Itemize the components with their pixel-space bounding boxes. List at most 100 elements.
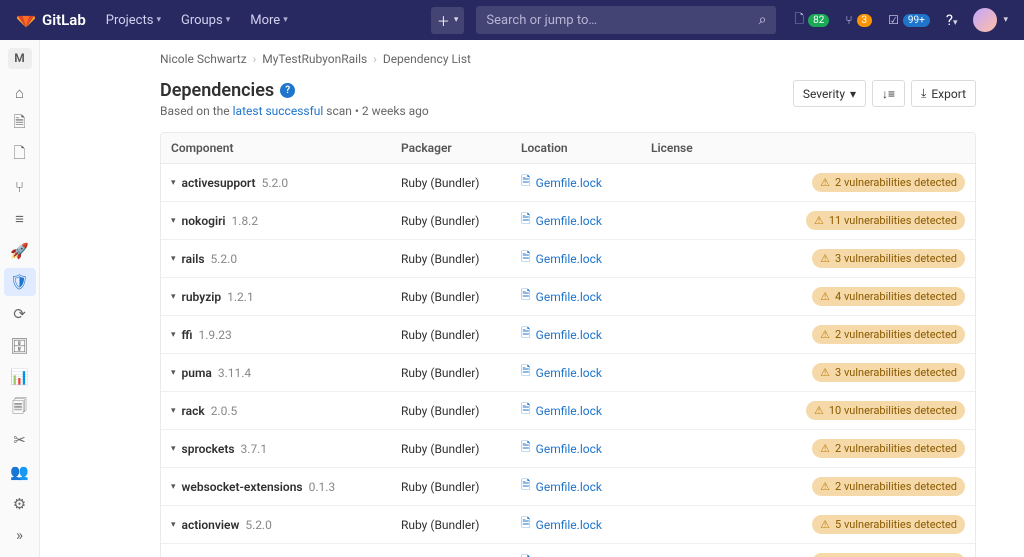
chevron-down-icon[interactable]: ▾ xyxy=(171,368,176,378)
file-icon: 🗎 xyxy=(521,362,531,383)
packager-cell: Ruby (Bundler) xyxy=(401,480,521,494)
chevron-down-icon[interactable]: ▾ xyxy=(171,292,176,302)
issues-counter[interactable]: 🗋82 xyxy=(788,10,835,31)
file-icon: 🗎 xyxy=(521,476,531,497)
chevron-down-icon[interactable]: ▾ xyxy=(171,444,176,454)
vulnerability-badge[interactable]: ⚠3 vulnerabilities detected xyxy=(812,249,965,268)
warning-icon: ⚠ xyxy=(820,518,830,531)
component-name[interactable]: rack xyxy=(182,404,205,418)
col-location[interactable]: Location xyxy=(521,141,651,155)
brand-name: GitLab xyxy=(42,11,86,29)
project-avatar[interactable]: M xyxy=(8,48,32,69)
chevron-down-icon[interactable]: ▾ xyxy=(171,520,176,530)
vulnerability-badge[interactable]: ⚠2 vulnerabilities detected xyxy=(812,553,965,557)
location-link[interactable]: Gemfile.lock xyxy=(536,518,602,532)
sidebar-item-project-home[interactable]: ⌂ xyxy=(4,79,36,107)
location-link[interactable]: Gemfile.lock xyxy=(536,366,602,380)
search-input[interactable] xyxy=(486,13,758,28)
location-link[interactable]: Gemfile.lock xyxy=(536,328,602,342)
location-link[interactable]: Gemfile.lock xyxy=(536,404,602,418)
component-name[interactable]: puma xyxy=(182,366,212,380)
chevron-down-icon: ▾ xyxy=(454,15,459,25)
sidebar-item-repository[interactable]: 🗎 xyxy=(4,110,36,138)
scan-link[interactable]: latest successful xyxy=(233,104,324,118)
export-button[interactable]: ⤓Export xyxy=(911,80,976,107)
sidebar-item-ci-cd[interactable]: ≡ xyxy=(4,205,36,233)
component-version: 1.9.23 xyxy=(198,328,231,342)
nav-groups[interactable]: Groups▾ xyxy=(173,13,238,28)
chevron-down-icon: ▾ xyxy=(283,15,288,25)
chevron-down-icon[interactable]: ▾ xyxy=(171,178,176,188)
crumb-project[interactable]: MyTestRubyonRails xyxy=(262,52,367,66)
location-link[interactable]: Gemfile.lock xyxy=(536,252,602,266)
col-license[interactable]: License xyxy=(651,141,761,155)
packager-cell: Ruby (Bundler) xyxy=(401,328,521,342)
chevron-down-icon: ▾ xyxy=(156,15,161,25)
vulnerability-badge[interactable]: ⚠2 vulnerabilities detected xyxy=(812,173,965,192)
sidebar-item-members[interactable]: 👥 xyxy=(4,458,36,486)
chevron-down-icon[interactable]: ▾ xyxy=(171,330,176,340)
component-name[interactable]: sprockets xyxy=(182,442,235,456)
location-link[interactable]: Gemfile.lock xyxy=(536,214,602,228)
chevron-down-icon[interactable]: ▾ xyxy=(171,482,176,492)
global-search[interactable]: ⌕ xyxy=(476,6,776,34)
component-name[interactable]: nokogiri xyxy=(182,214,226,228)
sidebar-item-issues[interactable]: 🗋 xyxy=(4,142,36,170)
component-name[interactable]: ffi xyxy=(182,328,193,342)
table-row: ▾ sprockets 3.7.1Ruby (Bundler)🗎Gemfile.… xyxy=(161,430,975,468)
table-row: ▾ websocket-extensions 0.1.3 Ruby (Bundle… xyxy=(161,468,975,506)
download-icon: ⤓ xyxy=(921,86,926,101)
packager-cell: Ruby (Bundler) xyxy=(401,176,521,190)
breadcrumb: Nicole Schwartz› MyTestRubyonRails› Depe… xyxy=(160,52,976,66)
help-icon[interactable]: ? xyxy=(280,83,295,98)
brand[interactable]: GitLab xyxy=(16,10,86,30)
chevron-down-icon[interactable]: ▾ xyxy=(171,216,176,226)
dependency-table: Component Packager Location License ▾ ac… xyxy=(160,132,976,557)
sidebar-item-analytics[interactable]: 📊 xyxy=(4,363,36,391)
vulnerability-badge[interactable]: ⚠11 vulnerabilities detected xyxy=(806,211,965,230)
location-link[interactable]: Gemfile.lock xyxy=(536,176,602,190)
nav-projects[interactable]: Projects▾ xyxy=(98,13,169,28)
sidebar-item-pipelines[interactable]: 🚀 xyxy=(4,237,36,265)
warning-icon: ⚠ xyxy=(820,366,830,379)
col-component[interactable]: Component xyxy=(171,141,401,155)
vulnerability-badge[interactable]: ⚠10 vulnerabilities detected xyxy=(806,401,965,420)
chevron-down-icon[interactable]: ▾ xyxy=(171,254,176,264)
chevron-down-icon[interactable]: ▾ xyxy=(171,406,176,416)
issues-icon: 🗋 xyxy=(794,10,804,31)
sidebar-item-packages[interactable]: 🗄 xyxy=(4,332,36,360)
help-menu[interactable]: ?▾ xyxy=(940,11,964,29)
component-version: 0.1.3 xyxy=(309,480,336,494)
sidebar-item-operations[interactable]: ⟳ xyxy=(4,300,36,328)
sidebar-item-settings[interactable]: ⚙ xyxy=(4,490,36,518)
sidebar-item-snippets[interactable]: ✂ xyxy=(4,427,36,455)
collapse-sidebar[interactable]: » xyxy=(4,521,36,549)
sort-button[interactable]: ↓≡ xyxy=(872,80,905,107)
location-link[interactable]: Gemfile.lock xyxy=(536,290,602,304)
sidebar-item-wiki[interactable]: 🗐 xyxy=(4,395,36,423)
severity-filter[interactable]: Severity▾ xyxy=(793,80,866,107)
component-name[interactable]: rails xyxy=(182,252,205,266)
sidebar-item-merge-requests[interactable]: ⑂ xyxy=(4,174,36,202)
vulnerability-badge[interactable]: ⚠3 vulnerabilities detected xyxy=(812,363,965,382)
component-name[interactable]: activesupport xyxy=(182,176,256,190)
vulnerability-badge[interactable]: ⚠5 vulnerabilities detected xyxy=(812,515,965,534)
user-avatar[interactable] xyxy=(973,8,997,32)
table-row: ▾ rack 2.0.5Ruby (Bundler)🗎Gemfile.lock⚠… xyxy=(161,392,975,430)
vulnerability-badge[interactable]: ⚠2 vulnerabilities detected xyxy=(812,439,965,458)
vulnerability-badge[interactable]: ⚠2 vulnerabilities detected xyxy=(812,477,965,496)
component-name[interactable]: actionview xyxy=(182,518,240,532)
col-packager[interactable]: Packager xyxy=(401,141,521,155)
component-name[interactable]: rubyzip xyxy=(182,290,222,304)
nav-more[interactable]: More▾ xyxy=(242,13,295,28)
todo-counter[interactable]: ☑99+ xyxy=(882,13,936,27)
sidebar-item-security[interactable]: 🛡 xyxy=(4,268,36,296)
location-link[interactable]: Gemfile.lock xyxy=(536,480,602,494)
mr-counter[interactable]: ⑂3 xyxy=(839,13,878,27)
component-name[interactable]: websocket-extensions xyxy=(182,480,303,494)
vulnerability-badge[interactable]: ⚠2 vulnerabilities detected xyxy=(812,325,965,344)
crumb-user[interactable]: Nicole Schwartz xyxy=(160,52,247,66)
vulnerability-badge[interactable]: ⚠4 vulnerabilities detected xyxy=(812,287,965,306)
location-link[interactable]: Gemfile.lock xyxy=(536,442,602,456)
new-dropdown[interactable]: ＋ ▾ xyxy=(431,7,465,34)
